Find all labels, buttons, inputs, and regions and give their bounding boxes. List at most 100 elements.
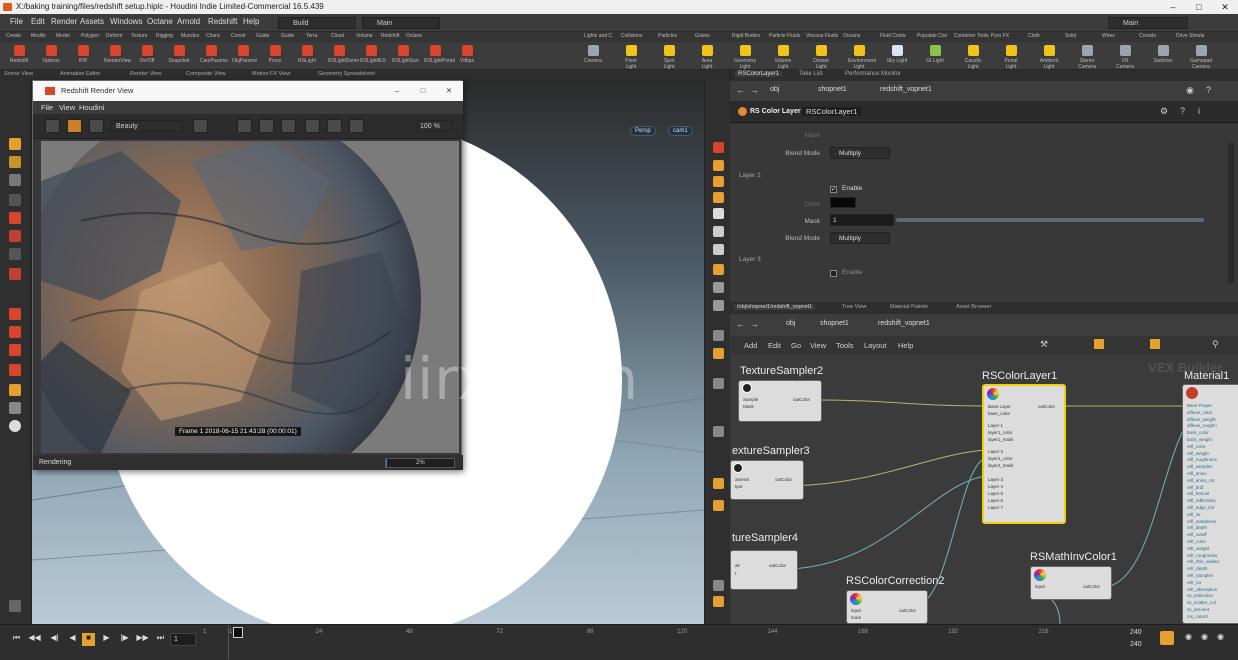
net-menu-view[interactable]: View: [810, 341, 826, 350]
play-reverse-icon[interactable]: ◀: [66, 633, 79, 646]
shelf-tool-button[interactable]: Snapshot: [168, 45, 190, 64]
shelf-tab[interactable]: Pyro FX: [991, 33, 1009, 42]
param-path-shopnet[interactable]: shopnet1: [818, 86, 847, 93]
port-in[interactable]: ak: [735, 563, 740, 568]
port-in[interactable]: t: [735, 571, 736, 576]
note-icon[interactable]: [1150, 339, 1160, 349]
shelf-tool-button[interactable]: GI Light: [924, 45, 946, 64]
shelf-tab[interactable]: Guide: [281, 33, 294, 42]
shelf-tool-button[interactable]: Point Light: [620, 45, 642, 70]
shelf-tab[interactable]: Wires: [1102, 33, 1115, 42]
tab-performance-monitor[interactable]: Performance Monitor: [845, 71, 901, 77]
display-option-icon[interactable]: [713, 142, 724, 153]
port-in[interactable]: refl_reflectivity: [1187, 498, 1216, 503]
shelf-tab[interactable]: Chara: [206, 33, 220, 42]
shelf-tab[interactable]: Particle Fluids: [769, 33, 800, 42]
shelf-tab[interactable]: Guide: [256, 33, 269, 42]
net-path-obj[interactable]: obj: [786, 320, 795, 327]
port-in[interactable]: refr_ior: [1187, 580, 1201, 585]
shelf-tool-button[interactable]: Geometry Light: [734, 45, 756, 70]
layer3-enable-checkbox[interactable]: [830, 270, 837, 277]
shelf-tool-button[interactable]: Sky Light: [886, 45, 908, 64]
shelf-tool-button[interactable]: Proxy: [264, 45, 286, 64]
shelf-tool-button[interactable]: Portal Light: [1000, 45, 1022, 70]
key-option-icon[interactable]: ◉: [1182, 632, 1195, 645]
tab-material-palette[interactable]: Material Palette: [890, 304, 928, 310]
grid-icon[interactable]: [259, 119, 274, 133]
shelf-tab[interactable]: Texture: [131, 33, 147, 42]
shelf-tool-button[interactable]: Options: [40, 45, 62, 64]
display-option-icon[interactable]: [713, 264, 724, 275]
tab-rscolorlayer1[interactable]: RSColorLayer1: [735, 71, 783, 77]
sphere-tool-icon[interactable]: [9, 420, 21, 432]
help-book-icon[interactable]: ?: [1180, 106, 1185, 116]
port-out[interactable]: outColor: [899, 608, 916, 613]
main-desktop-right-combo[interactable]: Main: [1108, 17, 1188, 29]
node-texturesampler2[interactable]: Sample Mask outColor: [738, 380, 822, 422]
port-in[interactable]: back_color: [1187, 430, 1209, 435]
port-out[interactable]: outColor: [793, 397, 810, 402]
render-view-minimize-button[interactable]: –: [387, 81, 407, 101]
port-out[interactable]: outColor: [1083, 584, 1100, 589]
light-tool-icon[interactable]: [9, 384, 21, 396]
layer2-enable-checkbox[interactable]: ✓: [830, 186, 837, 193]
menu-redshift[interactable]: Redshift: [208, 17, 237, 26]
net-menu-tools[interactable]: Tools: [836, 341, 854, 350]
display-option-icon[interactable]: [713, 208, 724, 219]
timeline-track[interactable]: 1 24 48 72 96 120 144 168 192 216: [228, 625, 1148, 659]
menu-render[interactable]: Render: [51, 17, 77, 26]
history-icon[interactable]: [349, 119, 364, 133]
port-in[interactable]: Layer 5: [988, 491, 1003, 496]
port-in[interactable]: refl_metalness: [1187, 519, 1216, 524]
net-menu-layout[interactable]: Layout: [864, 341, 887, 350]
shelf-tool-button[interactable]: Ambient Light: [1038, 45, 1060, 70]
display-option-icon[interactable]: [713, 378, 724, 389]
port-in[interactable]: diffuse_roughn: [1187, 423, 1217, 428]
shelf-tool-button[interactable]: RenderView: [104, 45, 131, 64]
port-in[interactable]: refr_thin_walled: [1187, 559, 1219, 564]
port-in[interactable]: back_weight: [1187, 437, 1212, 442]
shelf-tab[interactable]: Muscles: [181, 33, 199, 42]
net-forward-arrow-icon[interactable]: →: [750, 319, 759, 329]
port-in[interactable]: layer2_mask: [988, 463, 1014, 468]
wrench-icon[interactable]: ⚒: [1040, 339, 1048, 350]
port-in[interactable]: refl_fresnel: [1187, 491, 1209, 496]
magnet-tool-icon[interactable]: [9, 308, 21, 320]
shelf-tab[interactable]: Grains: [695, 33, 710, 42]
shelf-tab[interactable]: Container Tools: [954, 33, 989, 42]
param-scrollbar[interactable]: [1228, 143, 1234, 283]
port-in[interactable]: Layer 1: [988, 423, 1003, 428]
shelf-tool-button[interactable]: RSLight: [296, 45, 318, 64]
shelf-tool-button[interactable]: RSLightDome: [328, 45, 359, 64]
region-icon[interactable]: [237, 119, 252, 133]
step-back-icon[interactable]: ◀|: [48, 633, 61, 646]
render-view-close-button[interactable]: ✕: [439, 81, 459, 101]
shelf-tool-button[interactable]: IPR: [72, 45, 94, 64]
shelf-tab[interactable]: Crowds: [1139, 33, 1156, 42]
port-in[interactable]: refr_color: [1187, 539, 1206, 544]
net-menu-edit[interactable]: Edit: [768, 341, 781, 350]
net-path-shopnet[interactable]: shopnet1: [820, 320, 849, 327]
key-option-icon[interactable]: ◉: [1214, 632, 1227, 645]
port-in[interactable]: Sample: [743, 397, 758, 402]
display-option-icon[interactable]: [713, 282, 724, 293]
port-out[interactable]: outColor: [769, 563, 786, 568]
shelf-tool-button[interactable]: Area Light: [696, 45, 718, 70]
shelf-tool-button[interactable]: RSLightIES: [360, 45, 386, 64]
port-in[interactable]: refl_color: [1187, 444, 1206, 449]
port-in[interactable]: diffuse_color: [1187, 410, 1212, 415]
end-frame-bottom[interactable]: 240: [1130, 641, 1142, 648]
key-option-icon[interactable]: ◉: [1198, 632, 1211, 645]
tab-network-path[interactable]: /obj/shopnet1/redshift_vopnet1: [734, 304, 816, 310]
mask-value-field[interactable]: 1: [830, 214, 894, 226]
grid-snap-icon[interactable]: [1094, 339, 1104, 349]
shelf-tool-button[interactable]: Environment Light: [848, 45, 876, 70]
shelf-tool-button[interactable]: Caustic Light: [962, 45, 984, 70]
go-end-icon[interactable]: ⏭: [154, 633, 167, 646]
main-desktop-combo[interactable]: Main: [362, 17, 440, 29]
shelf-tool-button[interactable]: Spot Light: [658, 45, 680, 70]
shelf-tool-button[interactable]: RSLightSun: [392, 45, 419, 64]
port-in[interactable]: layer2_color: [988, 456, 1013, 461]
param-path-obj[interactable]: obj: [770, 86, 779, 93]
render-image[interactable]: Frame 1 2018-06-15 21:43:28 (00:00:01): [41, 141, 459, 453]
